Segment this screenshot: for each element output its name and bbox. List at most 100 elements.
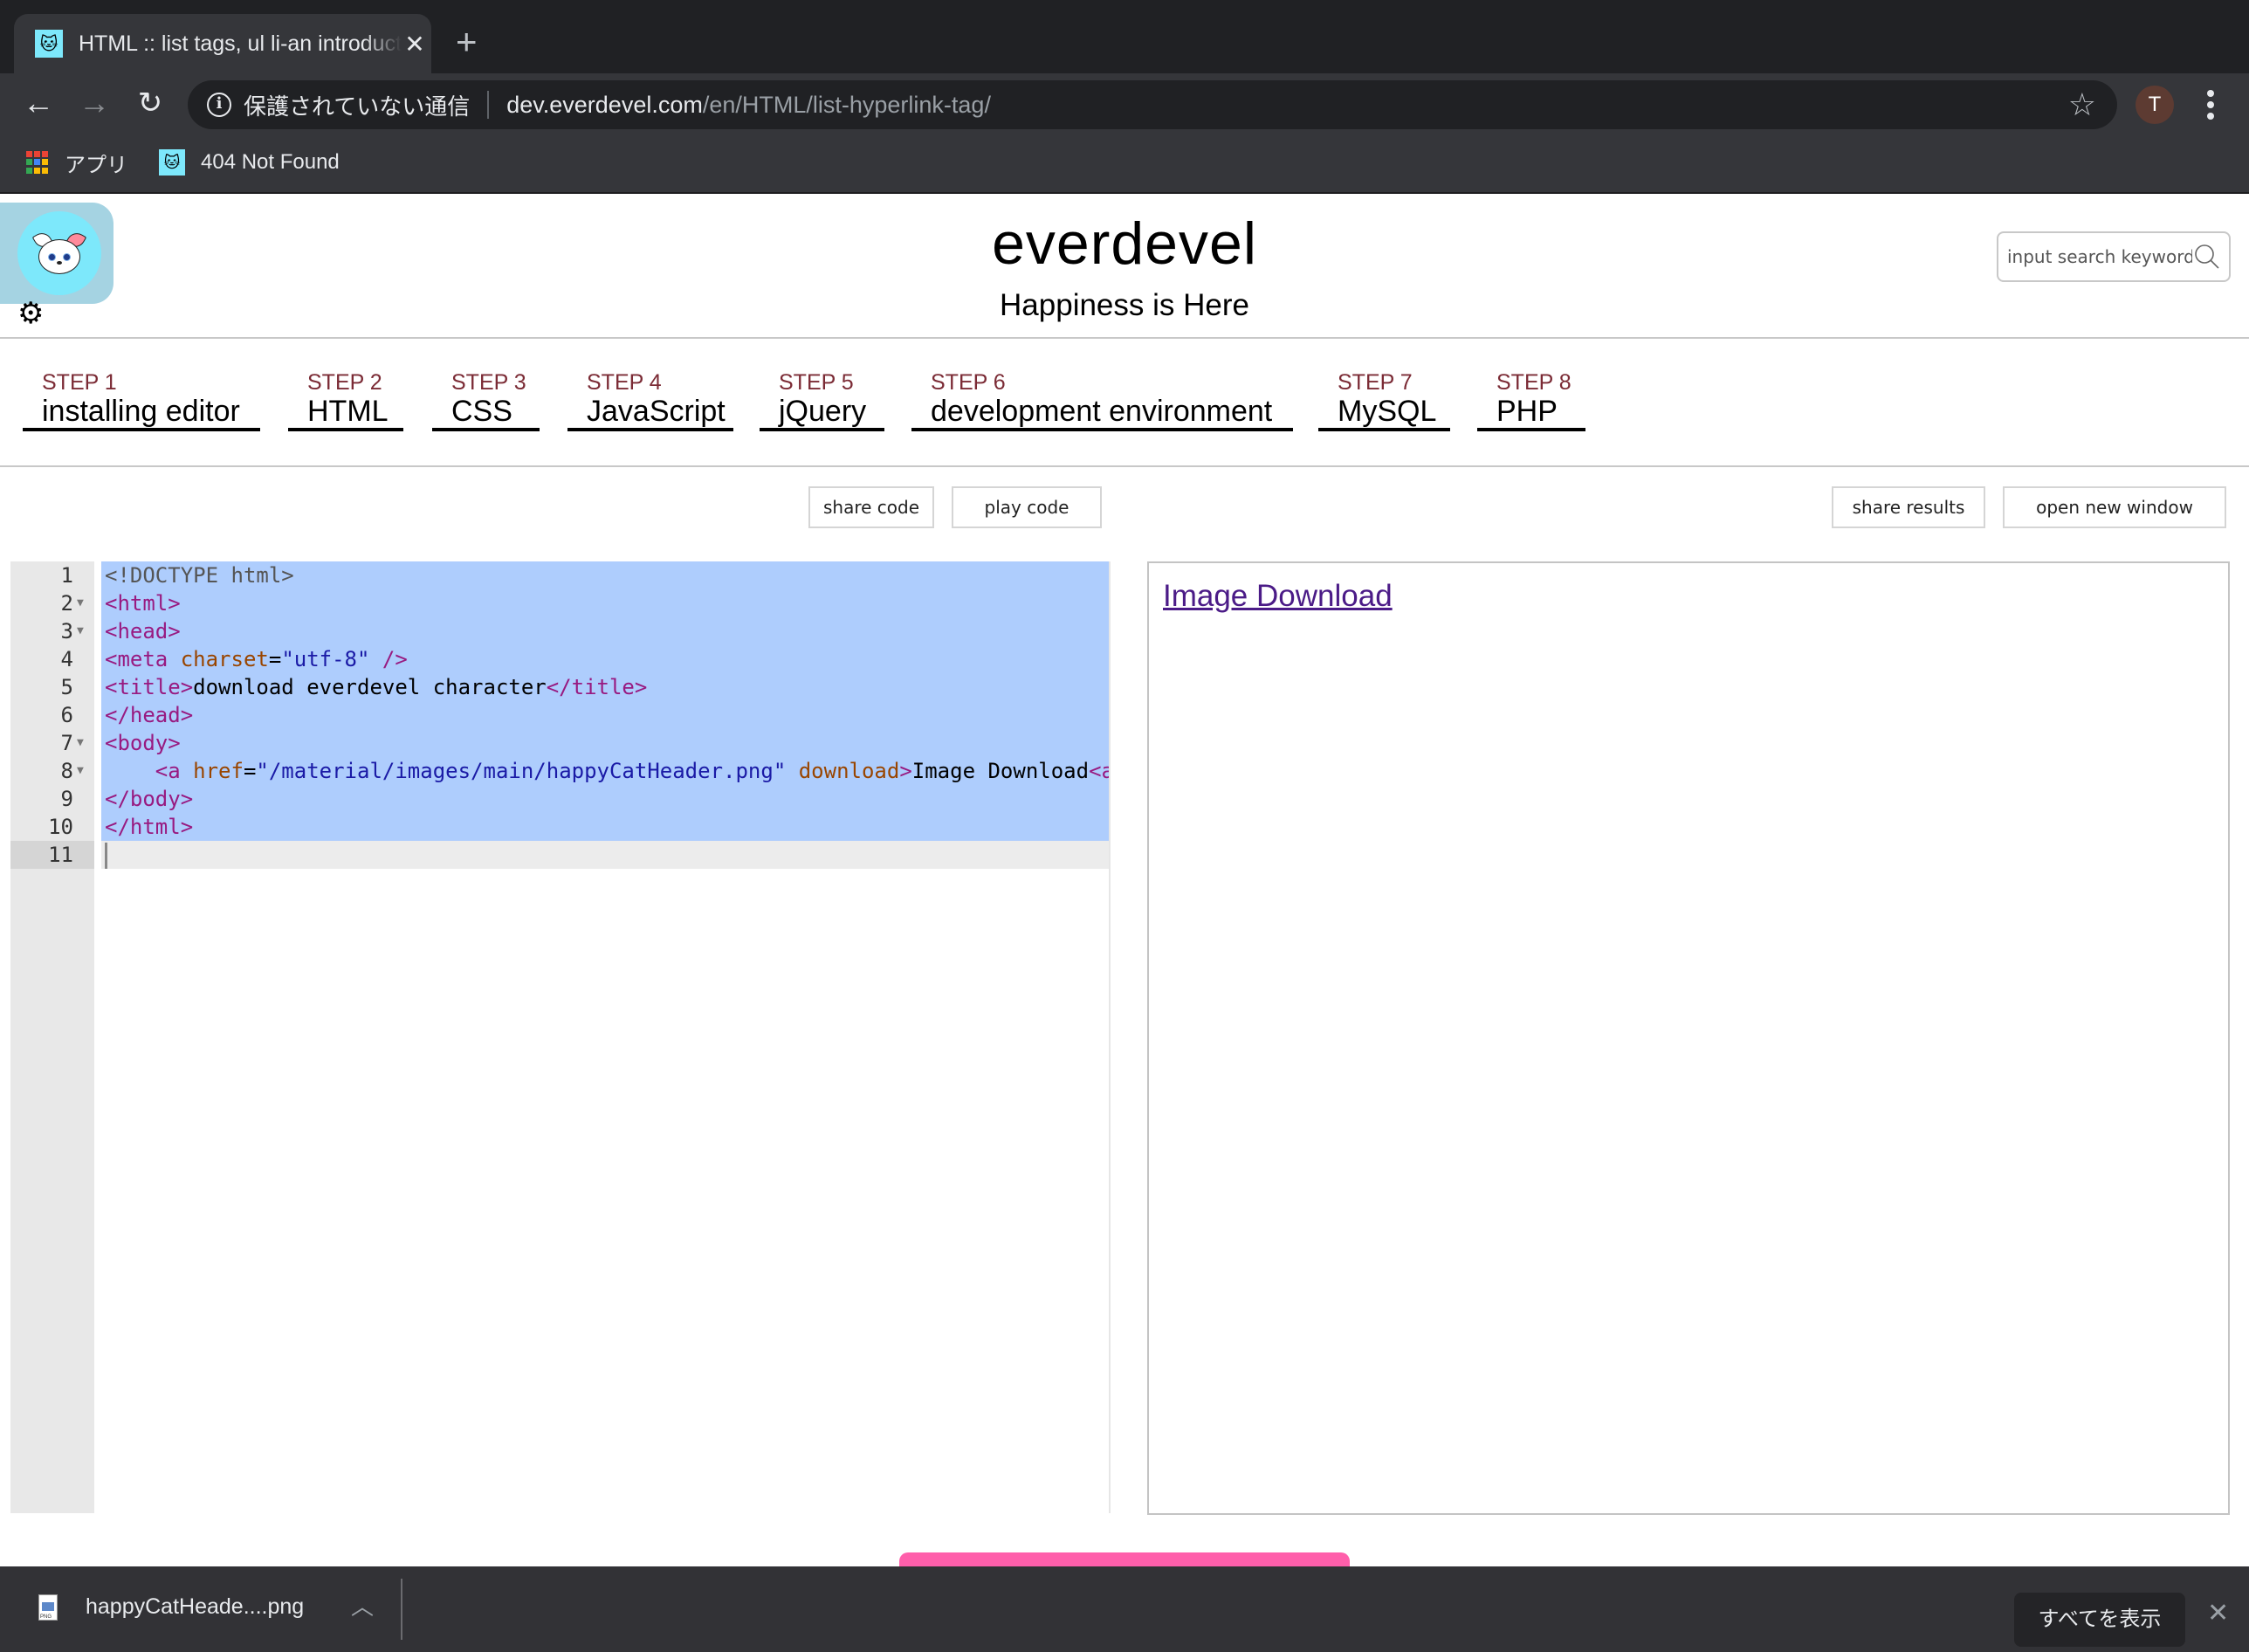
browser-window: 🐱 HTML :: list tags, ul li-an introducti… xyxy=(0,0,2249,1652)
step-name: JavaScript xyxy=(587,395,726,428)
line-number: 7 xyxy=(60,731,73,755)
step-item-php[interactable]: STEP 8 PHP xyxy=(1477,370,1585,431)
fold-triangle-icon[interactable]: ▼ xyxy=(77,729,84,757)
address-bar[interactable]: i 保護されていない通信 dev.everdevel.com/en/HTML/l… xyxy=(188,80,2117,129)
step-name: development environment xyxy=(931,395,1273,428)
code-line[interactable]: 10 </html> xyxy=(10,813,1109,841)
code-line[interactable]: 5 <title>download everdevel character</ti… xyxy=(10,673,1109,701)
reload-icon[interactable]: ↻ xyxy=(131,84,169,122)
code-lines[interactable]: 1 <!DOCTYPE html> 2 ▼ <html> 3 ▼ <head> 4 <meta c… xyxy=(10,561,1109,869)
code-line[interactable]: 8 ▼ <a href="/material/images/main/happyC… xyxy=(10,757,1109,785)
fold-triangle-icon[interactable]: ▼ xyxy=(77,589,84,617)
step-item-html[interactable]: STEP 2 HTML xyxy=(288,370,403,431)
step-number: STEP 8 xyxy=(1496,370,1572,395)
step-number: STEP 3 xyxy=(451,370,526,395)
browser-tab-active[interactable]: 🐱 HTML :: list tags, ul li-an introducti… xyxy=(14,14,431,73)
share-results-button[interactable]: share results xyxy=(1832,486,1985,528)
search-input[interactable] xyxy=(2007,246,2192,267)
code-line[interactable]: 1 <!DOCTYPE html> xyxy=(10,561,1109,589)
code-text: <head> xyxy=(101,617,1109,645)
bookmark-star-icon[interactable]: ☆ xyxy=(2068,87,2096,122)
code-line[interactable]: 11 xyxy=(10,841,1109,869)
cat-favicon-icon: 🐱 xyxy=(159,149,185,176)
line-number: 11 xyxy=(10,841,94,869)
step-name: installing editor xyxy=(42,395,240,428)
download-file-name[interactable]: happyCatHeade....png xyxy=(86,1594,304,1620)
code-token: <meta xyxy=(105,647,181,671)
play-code-button[interactable]: play code xyxy=(952,486,1102,528)
step-item-javascript[interactable]: STEP 4 JavaScript xyxy=(567,370,733,431)
image-download-link[interactable]: Image Download xyxy=(1163,579,1393,614)
code-token: </title> xyxy=(546,675,648,699)
step-item-development-environment[interactable]: STEP 6 development environment xyxy=(911,370,1293,431)
line-number: 9 xyxy=(60,787,73,811)
step-item-mysql[interactable]: STEP 7 MySQL xyxy=(1318,370,1450,431)
code-text: <a href="/material/images/main/happyCatH… xyxy=(101,757,1109,785)
tab-strip: 🐱 HTML :: list tags, ul li-an introducti… xyxy=(0,0,2249,73)
step-number: STEP 6 xyxy=(931,370,1006,395)
close-icon[interactable]: ✕ xyxy=(2207,1596,2229,1631)
code-token: Image Download xyxy=(911,759,1090,783)
tab-close-icon[interactable]: ✕ xyxy=(402,30,428,59)
bookmark-apps[interactable]: アプリ xyxy=(65,148,127,178)
open-new-window-button[interactable]: open new window xyxy=(2003,486,2226,528)
chevron-up-icon[interactable]: ︿ xyxy=(351,1589,374,1621)
code-text: <!DOCTYPE html> xyxy=(101,561,1109,589)
site-title[interactable]: everdevel xyxy=(0,210,2249,278)
step-item-jquery[interactable]: STEP 5 jQuery xyxy=(760,370,884,431)
step-number: STEP 5 xyxy=(779,370,854,395)
url-host: dev.everdevel.com xyxy=(506,91,703,118)
line-number: 3 xyxy=(60,619,73,644)
fold-triangle-icon[interactable]: ▼ xyxy=(77,617,84,645)
code-line[interactable]: 6 </head> xyxy=(10,701,1109,729)
line-number: 8 xyxy=(60,759,73,783)
code-line[interactable]: 7 ▼ <body> xyxy=(10,729,1109,757)
code-token: </head> xyxy=(105,703,194,727)
code-token: <title> xyxy=(105,675,194,699)
code-token: "/material/images/main/happyCatHeader.pn… xyxy=(256,759,787,783)
new-tab-plus-icon[interactable]: + xyxy=(456,23,478,61)
code-line[interactable]: 3 ▼ <head> xyxy=(10,617,1109,645)
code-token: <!DOCTYPE html> xyxy=(105,563,294,588)
show-all-downloads-button[interactable]: すべてを表示 xyxy=(2014,1593,2185,1647)
code-text: </head> xyxy=(101,701,1109,729)
code-text: <title>download everdevel character</tit… xyxy=(101,673,1109,701)
line-number: 2 xyxy=(60,591,73,616)
step-number: STEP 7 xyxy=(1338,370,1413,395)
code-line[interactable]: 9 </body> xyxy=(10,785,1109,813)
code-line[interactable]: 4 <meta charset="utf-8" /> xyxy=(10,645,1109,673)
step-item-installing-editor[interactable]: STEP 1 installing editor xyxy=(23,370,260,431)
bookmarks-bar: アプリ 🐱 404 Not Found xyxy=(0,133,2249,194)
bookmark-404[interactable]: 404 Not Found xyxy=(201,150,340,175)
fold-triangle-icon[interactable]: ▼ xyxy=(77,757,84,785)
info-icon[interactable]: i xyxy=(207,93,231,117)
code-text: </html> xyxy=(101,813,1109,841)
result-preview: Image Download xyxy=(1147,561,2230,1515)
site-subtitle: Happiness is Here xyxy=(1000,288,1249,322)
code-token: = xyxy=(243,759,257,783)
code-line[interactable]: 2 ▼ <html> xyxy=(10,589,1109,617)
back-arrow-icon[interactable]: ← xyxy=(19,84,58,122)
steps-nav: STEP 1 installing editor STEP 2 HTML STE… xyxy=(0,339,2249,467)
step-name: HTML xyxy=(307,395,389,428)
code-token: <head> xyxy=(105,619,181,644)
profile-avatar[interactable]: T xyxy=(2136,86,2174,124)
share-code-button[interactable]: share code xyxy=(808,486,934,528)
kebab-menu-icon[interactable] xyxy=(2200,84,2221,126)
forward-arrow-icon[interactable]: → xyxy=(75,84,113,122)
line-number: 10 xyxy=(48,815,73,839)
text-cursor xyxy=(105,843,107,869)
cat-favicon-icon: 🐱 xyxy=(35,30,63,58)
search-box xyxy=(1997,231,2231,282)
code-token: > xyxy=(899,759,912,783)
code-token: = xyxy=(268,647,282,671)
code-token: <a> xyxy=(1089,759,1109,783)
search-icon[interactable] xyxy=(2194,244,2220,270)
code-token: </html> xyxy=(105,815,194,839)
code-token: <body> xyxy=(105,731,181,755)
code-editor[interactable]: 1 <!DOCTYPE html> 2 ▼ <html> 3 ▼ <head> 4 <meta c… xyxy=(10,561,1111,1513)
step-item-css[interactable]: STEP 3 CSS xyxy=(432,370,540,431)
step-name: PHP xyxy=(1496,395,1558,428)
